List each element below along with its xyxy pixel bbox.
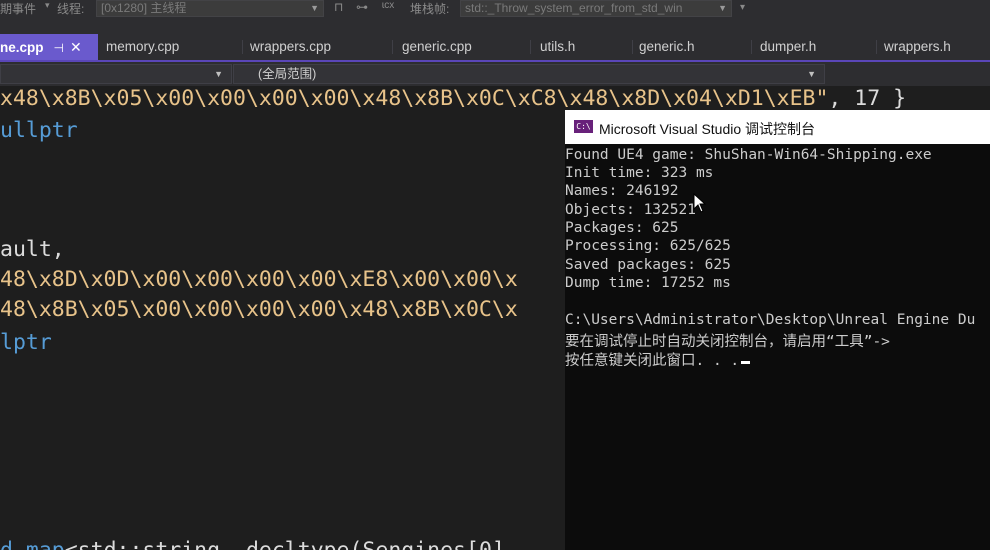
close-icon[interactable]: ✕	[70, 39, 82, 55]
chevron-down-icon[interactable]: ▾	[45, 0, 50, 11]
code-line: lptr	[0, 330, 52, 355]
thread-value: [0x1280] 主线程	[101, 1, 187, 15]
navigation-bar: ▼ (全局范围) ▼	[0, 62, 990, 86]
console-output[interactable]: Found UE4 game: ShuShan-Win64-Shipping.e…	[565, 144, 990, 550]
console-line: 按任意键关闭此窗口. . .	[565, 349, 751, 370]
tab-label: generic.cpp	[402, 39, 472, 54]
lifecycle-events-label[interactable]: 期事件	[0, 0, 36, 17]
tab-label: ne.cpp	[0, 40, 44, 55]
code-line: 48\x8B\x05\x00\x00\x00\x00\x48\x8B\x0C\x	[0, 297, 518, 322]
console-line: Objects: 132521	[565, 202, 696, 218]
debug-console-window[interactable]: C:\ Microsoft Visual Studio 调试控制台 Found …	[565, 110, 990, 550]
console-line: Init time: 323 ms	[565, 165, 714, 181]
tab-wrappers-h[interactable]: wrappers.h	[874, 34, 990, 60]
tab-memory-cpp[interactable]: memory.cpp	[96, 34, 242, 60]
console-line: Dump time: 17252 ms	[565, 275, 731, 291]
tab-label: memory.cpp	[106, 39, 180, 54]
code-text: <std::string, decltype(Sengines[0]	[65, 538, 505, 550]
code-text: , 17 }	[828, 86, 907, 111]
tab-utils-h[interactable]: utils.h	[530, 34, 630, 60]
project-scope-dropdown[interactable]: ▼	[0, 64, 232, 84]
console-line: Saved packages: 625	[565, 257, 731, 273]
chevron-down-icon: ▼	[214, 69, 223, 79]
stack-frame-value: std::_Throw_system_error_from_std_win	[465, 1, 683, 15]
thread-selector[interactable]: [0x1280] 主线程 ▼	[96, 0, 324, 17]
chevron-down-icon: ▼	[807, 69, 816, 79]
code-line: d map<std::string, decltype(Sengines[0]	[0, 538, 505, 550]
console-line: 要在调试停止时自动关闭控制台，请启用“工具”->	[565, 334, 890, 350]
document-tab-bar: ne.cpp ⊣ ✕ memory.cpp wrappers.cpp generic…	[0, 34, 990, 62]
console-line: Names: 246192	[565, 183, 679, 199]
chevron-down-icon: ▼	[718, 3, 727, 13]
tab-label: dumper.h	[760, 39, 817, 54]
tab-label: generic.h	[639, 39, 695, 54]
tab-label: wrappers.cpp	[250, 39, 332, 54]
stack-frame-selector[interactable]: std::_Throw_system_error_from_std_win ▼	[460, 0, 732, 17]
code-line: 48\x8D\x0D\x00\x00\x00\x00\xE8\x00\x00\x	[0, 267, 518, 292]
console-line: Processing: 625/625	[565, 238, 731, 254]
overflow-menu-icon[interactable]: ▾	[740, 2, 745, 13]
tab-dumper-h[interactable]: dumper.h	[750, 34, 876, 60]
thread-label: 线程:	[57, 2, 85, 16]
tab-generic-h[interactable]: generic.h	[629, 34, 751, 60]
console-title-bar[interactable]: C:\ Microsoft Visual Studio 调试控制台	[565, 110, 990, 144]
tab-label: wrappers.h	[884, 39, 951, 54]
tab-wrappers-cpp[interactable]: wrappers.cpp	[240, 34, 392, 60]
string-literal: x48\x8B\x05\x00\x00\x00\x00\x48\x8B\x0C\…	[0, 86, 829, 111]
pin-icon[interactable]: ⊣	[54, 41, 64, 55]
filter-threads-icon[interactable]: ⊶	[356, 0, 368, 14]
code-line: ault,	[0, 237, 65, 262]
tab-generic-cpp[interactable]: generic.cpp	[392, 34, 530, 60]
mouse-pointer-icon	[693, 193, 707, 213]
console-line: C:\Users\Administrator\Desktop\Unreal En…	[565, 312, 976, 328]
flag-thread-icon[interactable]: ⊓	[334, 0, 343, 14]
console-title: Microsoft Visual Studio 调试控制台	[599, 121, 816, 137]
code-keyword: d map	[0, 538, 65, 550]
console-line: Packages: 625	[565, 220, 679, 236]
code-line: x48\x8B\x05\x00\x00\x00\x00\x48\x8B\x0C\…	[0, 86, 906, 111]
debug-toolbar: 期事件 ▾ 线程: [0x1280] 主线程 ▼ ⊓ ⊶ ɩcx 堆栈帧: st…	[0, 0, 990, 34]
console-line: Found UE4 game: ShuShan-Win64-Shipping.e…	[565, 147, 932, 163]
show-threads-icon[interactable]: ɩcx	[382, 0, 394, 11]
scope-label: (全局范围)	[258, 67, 317, 81]
tab-active-cpp[interactable]: ne.cpp ⊣ ✕	[0, 34, 98, 60]
code-line: ullptr	[0, 118, 78, 143]
chevron-down-icon: ▼	[310, 3, 319, 13]
tab-label: utils.h	[540, 39, 576, 54]
console-prompt-text: 按任意键关闭此窗口. . .	[565, 353, 740, 369]
global-scope-dropdown[interactable]: (全局范围) ▼	[233, 64, 825, 84]
stack-frame-label: 堆栈帧:	[410, 2, 450, 16]
console-app-icon: C:\	[574, 120, 593, 133]
text-cursor	[741, 361, 751, 364]
